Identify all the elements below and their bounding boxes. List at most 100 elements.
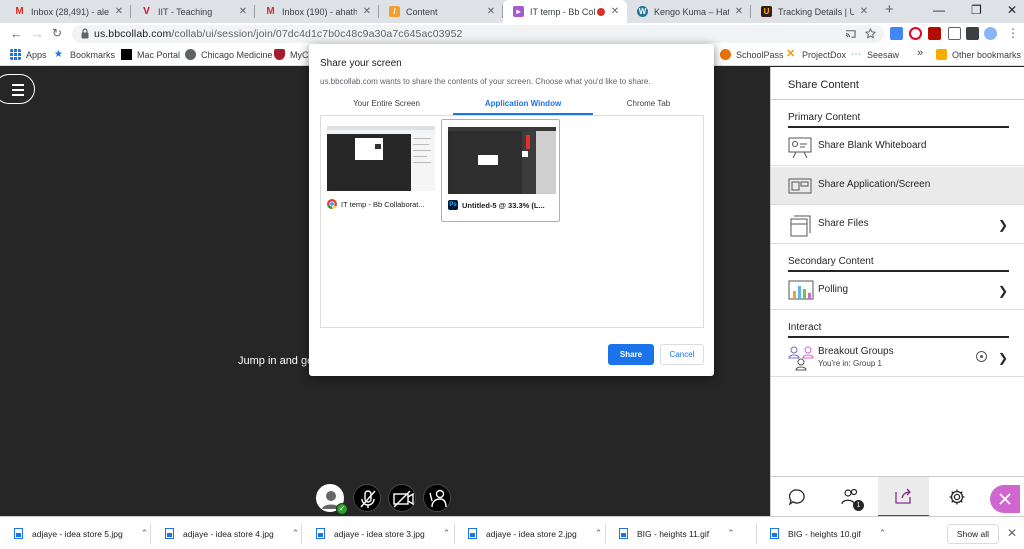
bookmark-mych[interactable]: MyCh (274, 49, 314, 60)
bookmark-projectdox[interactable]: ✕ ProjectDox (786, 49, 846, 60)
globe-icon (185, 49, 196, 60)
chat-button[interactable] (771, 477, 822, 517)
download-item[interactable]: adjaye - idea store 5.jpg ⌃ (14, 517, 148, 549)
bookmark-label: Other bookmarks (952, 49, 1022, 60)
mac-portal-icon (121, 49, 132, 60)
session-menu-button[interactable] (0, 74, 35, 104)
seesaw-icon: ⋯ (851, 49, 861, 60)
cancel-button[interactable]: Cancel (660, 344, 704, 365)
tab-bb-collab[interactable]: ▸ IT temp - Bb Collab ✕ (503, 0, 627, 23)
bookmark-other[interactable]: Other bookmarks (936, 49, 1021, 60)
bookmarks-overflow-button[interactable]: » (917, 47, 923, 59)
primary-content-heading: Primary Content (788, 112, 861, 123)
download-item[interactable]: BIG - heights 11.gif ⌃ (619, 517, 735, 549)
minimize-button[interactable]: — (933, 3, 945, 17)
back-button[interactable]: ← (10, 26, 23, 41)
chrome-menu-icon[interactable]: ⋮ (1007, 26, 1019, 40)
divider (771, 99, 1024, 100)
breakout-groups-icon (788, 346, 814, 371)
share-files-item[interactable]: Share Files ❯ (771, 206, 1024, 244)
close-tab-icon[interactable]: ✕ (485, 6, 497, 17)
tab-wordpress[interactable]: W Kengo Kuma – Hathaw ✕ (627, 0, 751, 23)
microphone-button[interactable] (353, 484, 381, 512)
bookmark-bookmarks[interactable]: ★ Bookmarks (54, 49, 115, 60)
share-content-tab-button[interactable] (878, 477, 929, 517)
chevron-up-icon[interactable]: ⌃ (141, 528, 149, 539)
cast-icon[interactable] (845, 28, 856, 39)
tab-gmail-2[interactable]: M Inbox (190) - ahathawa ✕ (255, 0, 379, 23)
settings-button[interactable] (931, 477, 982, 517)
chevron-up-icon[interactable]: ⌃ (292, 528, 300, 539)
participants-button[interactable]: 1 (825, 477, 876, 517)
breakout-groups-item[interactable]: Breakout Groups You're in: Group 1 ❯ (771, 338, 1024, 377)
camera-off-icon (393, 490, 414, 508)
tab-iit[interactable]: V IIT - Teaching ✕ (131, 0, 255, 23)
apps-grid-icon (10, 49, 21, 60)
bookmark-mac-portal[interactable]: Mac Portal (121, 49, 180, 60)
share-application-screen-item[interactable]: Share Application/Screen (771, 167, 1024, 205)
window-close-button[interactable]: ✕ (1007, 3, 1017, 17)
image-file-icon (770, 528, 779, 539)
target-icon[interactable] (976, 351, 987, 362)
acrobat-icon[interactable] (928, 27, 941, 40)
bookmark-apps[interactable]: Apps (10, 49, 47, 60)
bookmark-chicago-medicine[interactable]: Chicago Medicine (185, 49, 273, 60)
download-item[interactable]: adjaye - idea store 3.jpg ⌃ (316, 517, 450, 549)
image-file-icon (468, 528, 477, 539)
close-tab-icon[interactable]: ✕ (609, 6, 621, 17)
tab-content[interactable]: / Content ✕ (379, 0, 503, 23)
bookmark-label: Apps (26, 49, 47, 60)
bookmark-seesaw[interactable]: ⋯ Seesaw (851, 49, 899, 60)
close-tab-icon[interactable]: ✕ (858, 6, 870, 17)
tab-chrome-tab[interactable]: Chrome Tab (593, 99, 704, 115)
source-photoshop-window[interactable]: Ps Untitled-5 @ 33.3% (L... (441, 119, 560, 222)
share-button[interactable]: Share (608, 344, 654, 365)
bookmark-schoolpass[interactable]: SchoolPass (720, 49, 784, 60)
download-item[interactable]: adjaye - idea store 2.jpg ⌃ (468, 517, 602, 549)
download-item[interactable]: adjaye - idea store 4.jpg ⌃ (165, 517, 299, 549)
tab-ups[interactable]: U Tracking Details | UPS ✕ (751, 0, 876, 23)
raise-hand-button[interactable] (423, 484, 451, 512)
my-status-button[interactable]: ✓ (316, 484, 348, 515)
pinterest-icon[interactable] (909, 27, 922, 40)
harvard-shield-icon (274, 49, 285, 60)
chevron-up-icon[interactable]: ⌃ (595, 528, 603, 539)
tab-title: Content (406, 6, 438, 17)
close-tab-icon[interactable]: ✕ (113, 6, 125, 17)
tab-your-entire-screen[interactable]: Your Entire Screen (320, 99, 453, 115)
reload-button[interactable]: ↻ (52, 26, 62, 40)
bb-collab-icon: ▸ (513, 6, 524, 17)
share-screen-icon (788, 178, 812, 194)
forward-button[interactable]: → (31, 26, 44, 41)
close-panel-button[interactable] (990, 485, 1020, 513)
close-tab-icon[interactable]: ✕ (361, 6, 373, 17)
share-content-icon (894, 488, 911, 504)
close-tab-icon[interactable]: ✕ (237, 6, 249, 17)
files-icon (790, 215, 811, 237)
chevron-up-icon[interactable]: ⌃ (727, 528, 735, 539)
maximize-button[interactable]: ❐ (971, 3, 982, 17)
show-all-downloads-button[interactable]: Show all (947, 524, 999, 544)
bb-content-icon: / (389, 6, 400, 17)
polling-item[interactable]: Polling ❯ (771, 272, 1024, 310)
camera-button[interactable] (388, 484, 416, 512)
close-download-shelf-icon[interactable]: ✕ (1007, 526, 1017, 540)
source-chrome-window[interactable]: IT temp - Bb Collaborat... (321, 119, 440, 222)
chevron-up-icon[interactable]: ⌃ (879, 528, 887, 539)
extension-icon[interactable] (890, 27, 903, 40)
dialog-subtitle: us.bbcollab.com wants to share the conte… (320, 77, 651, 86)
extension-icon[interactable] (966, 27, 979, 40)
chevron-up-icon[interactable]: ⌃ (443, 528, 451, 539)
new-tab-button[interactable]: + (885, 1, 894, 18)
close-tab-icon[interactable]: ✕ (733, 6, 745, 17)
share-blank-whiteboard-item[interactable]: Share Blank Whiteboard (771, 128, 1024, 166)
profile-avatar-icon[interactable] (984, 27, 997, 40)
extension-puzzle-icon[interactable] (948, 27, 961, 40)
address-bar[interactable]: us.bbcollab.com/collab/ui/session/join/0… (72, 25, 884, 43)
item-label: Share Application/Screen (818, 179, 931, 190)
bookmark-star-icon[interactable] (865, 28, 876, 39)
tab-gmail-1[interactable]: M Inbox (28,491) - alecha ✕ (4, 0, 131, 23)
bookmark-label: ProjectDox (802, 49, 847, 60)
lock-icon[interactable] (81, 28, 89, 39)
download-item[interactable]: BIG - heights 10.gif ⌃ (770, 517, 886, 549)
